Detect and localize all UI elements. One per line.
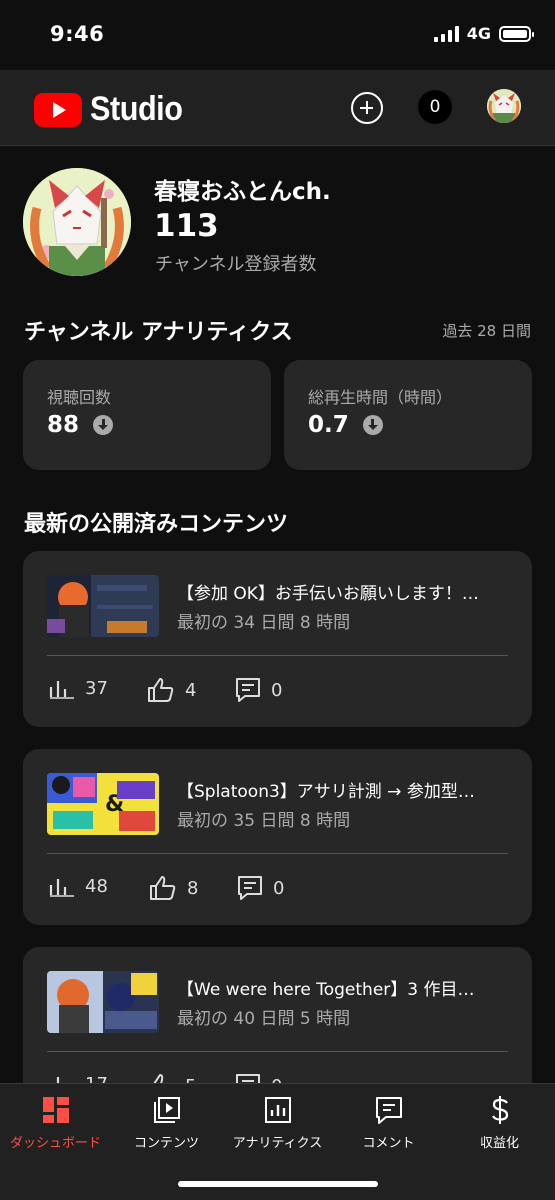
dashboard-icon bbox=[42, 1097, 69, 1123]
nav-analytics[interactable]: アナリティクス bbox=[222, 1094, 333, 1151]
video-thumbnail[interactable] bbox=[47, 971, 159, 1033]
video-thumbnail[interactable]: & bbox=[47, 773, 159, 835]
likes-stat: 4 bbox=[147, 677, 196, 703]
content-card[interactable]: 【参加 OK】お手伝いお願いします！… 最初の 34 日間 8 時間 37 4 … bbox=[23, 551, 532, 727]
battery-icon bbox=[499, 25, 534, 42]
logo-text: Studio bbox=[90, 90, 183, 128]
analytics-icon bbox=[264, 1097, 291, 1123]
thumbs-up-icon bbox=[148, 678, 174, 702]
video-title[interactable]: 【We were here Together】3 作目… bbox=[177, 975, 513, 1000]
home-indicator bbox=[178, 1181, 378, 1187]
comment-icon bbox=[236, 678, 260, 702]
nav-label: 収益化 bbox=[479, 1136, 519, 1151]
metric-number: 88 bbox=[47, 412, 80, 438]
nav-label: コンテンツ bbox=[133, 1136, 199, 1151]
nav-comments[interactable]: コメント bbox=[333, 1094, 444, 1151]
notification-badge[interactable]: 0 bbox=[418, 90, 452, 124]
content-icon bbox=[153, 1097, 180, 1123]
bar-chart-icon bbox=[49, 879, 74, 897]
nav-dashboard[interactable]: ダッシュボード bbox=[0, 1094, 111, 1151]
video-period: 最初の 35 日間 8 時間 bbox=[177, 811, 351, 831]
nav-monetization[interactable]: 収益化 bbox=[444, 1094, 555, 1151]
views-stat: 37 bbox=[49, 677, 108, 699]
trend-down-icon bbox=[362, 415, 383, 435]
account-avatar[interactable] bbox=[487, 89, 521, 123]
metric-number: 0.7 bbox=[308, 412, 349, 438]
create-button[interactable] bbox=[351, 92, 383, 124]
trend-down-icon bbox=[93, 415, 114, 435]
video-period: 最初の 34 日間 8 時間 bbox=[177, 613, 351, 633]
video-period: 最初の 40 日間 5 時間 bbox=[177, 1009, 351, 1029]
subscriber-count: 113 bbox=[154, 208, 219, 244]
divider bbox=[47, 655, 508, 656]
studio-logo[interactable]: Studio bbox=[34, 90, 193, 129]
metric-label: 視聴回数 bbox=[47, 388, 112, 407]
channel-avatar[interactable] bbox=[23, 168, 131, 276]
comments-stat: 0 bbox=[235, 677, 282, 703]
divider bbox=[47, 853, 508, 854]
watch-time-metric-card[interactable]: 総再生時間（時間） 0.7 bbox=[284, 360, 532, 470]
views-stat: 48 bbox=[49, 875, 108, 897]
status-bar: 9:46 4G bbox=[0, 0, 555, 70]
metric-value: 0.7 bbox=[308, 412, 383, 438]
latest-content-title: 最新の公開済みコンテンツ bbox=[24, 512, 289, 537]
status-indicators: 4G bbox=[433, 24, 534, 43]
divider bbox=[47, 1051, 508, 1052]
content-card[interactable]: & 【Splatoon3】アサリ計測 → 参加型… 最初の 35 日間 8 時間… bbox=[23, 749, 532, 925]
analytics-period: 過去 28 日間 bbox=[442, 322, 531, 340]
comments-count: 0 bbox=[271, 679, 283, 701]
nav-label: アナリティクス bbox=[232, 1136, 323, 1151]
video-thumbnail[interactable] bbox=[47, 575, 159, 637]
status-time: 9:46 bbox=[50, 22, 105, 46]
video-title[interactable]: 【参加 OK】お手伝いお願いします！… bbox=[177, 579, 513, 604]
nav-content[interactable]: コンテンツ bbox=[111, 1094, 222, 1151]
nav-label: ダッシュボード bbox=[9, 1136, 101, 1151]
metric-label: 総再生時間（時間） bbox=[308, 388, 453, 407]
comment-icon bbox=[238, 876, 262, 900]
comments-stat: 0 bbox=[237, 875, 284, 901]
video-title[interactable]: 【Splatoon3】アサリ計測 → 参加型… bbox=[177, 777, 513, 802]
views-count: 48 bbox=[85, 875, 108, 897]
comments-count: 0 bbox=[273, 877, 285, 899]
nav-label: コメント bbox=[362, 1136, 415, 1151]
likes-count: 4 bbox=[185, 679, 197, 701]
likes-count: 8 bbox=[187, 877, 199, 899]
views-count: 37 bbox=[85, 677, 108, 699]
thumbs-up-icon bbox=[150, 876, 176, 900]
network-label: 4G bbox=[466, 24, 491, 43]
channel-name: 春寝おふとんch. bbox=[154, 179, 331, 205]
signal-icon bbox=[433, 25, 459, 42]
bar-chart-icon bbox=[49, 681, 74, 699]
dollar-icon bbox=[491, 1096, 508, 1124]
app-header: Studio 0 bbox=[0, 70, 555, 146]
likes-stat: 8 bbox=[149, 875, 198, 901]
views-metric-card[interactable]: 視聴回数 88 bbox=[23, 360, 271, 470]
analytics-title: チャンネル アナリティクス bbox=[24, 320, 293, 345]
subscriber-label: チャンネル登録者数 bbox=[155, 254, 317, 275]
youtube-play-icon bbox=[34, 92, 82, 127]
metric-value: 88 bbox=[47, 412, 114, 438]
comment-icon bbox=[375, 1097, 402, 1124]
